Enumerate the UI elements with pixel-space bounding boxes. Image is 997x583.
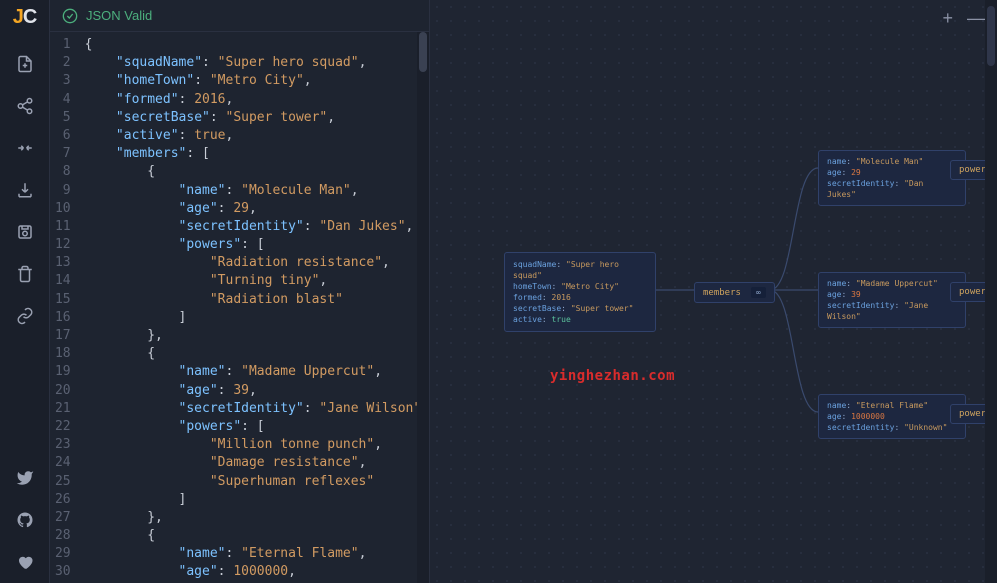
graph-toolbar: + — (942, 8, 985, 29)
add-button[interactable]: + (942, 8, 953, 29)
link-icon[interactable] (8, 299, 42, 333)
sidebar: JC (0, 0, 50, 583)
gutter: 1234567891011121314151617181920212223242… (50, 32, 79, 583)
heart-icon[interactable] (8, 545, 42, 579)
graph-node-member-2[interactable]: name: "Madame Uppercut"age: 39secretIden… (818, 272, 966, 328)
graph-node-member-3[interactable]: name: "Eternal Flame"age: 1000000secretI… (818, 394, 966, 439)
collapse-icon[interactable] (8, 131, 42, 165)
logo-c: C (23, 6, 36, 29)
delete-icon[interactable] (8, 257, 42, 291)
share-icon[interactable] (8, 89, 42, 123)
graph-pane[interactable]: + — squadName: "Super hero squad"homeTow… (430, 0, 997, 583)
download-icon[interactable] (8, 173, 42, 207)
save-icon[interactable] (8, 215, 42, 249)
code-editor[interactable]: 1234567891011121314151617181920212223242… (50, 32, 429, 583)
members-count: ∞ (751, 287, 766, 298)
status-label: JSON Valid (86, 8, 152, 23)
logo: JC (13, 6, 37, 29)
github-icon[interactable] (8, 503, 42, 537)
editor-pane: JSON Valid 12345678910111213141516171819… (50, 0, 430, 583)
graph-node-root[interactable]: squadName: "Super hero squad"homeTown: "… (504, 252, 656, 332)
graph-node-member-1[interactable]: name: "Molecule Man"age: 29secretIdentit… (818, 150, 966, 206)
logo-j: J (13, 6, 23, 29)
graph-node-members[interactable]: members ∞ (694, 282, 775, 303)
watermark: yinghezhan.com (550, 368, 675, 384)
code-lines[interactable]: { "squadName": "Super hero squad", "home… (79, 32, 429, 583)
editor-scrollbar-thumb[interactable] (419, 32, 427, 72)
graph-scrollbar[interactable] (985, 0, 997, 583)
status-bar: JSON Valid (50, 0, 429, 32)
new-file-icon[interactable] (8, 47, 42, 81)
check-circle-icon (62, 8, 78, 24)
remove-button[interactable]: — (967, 8, 985, 29)
graph-scrollbar-thumb[interactable] (987, 6, 995, 66)
members-label: members (703, 288, 741, 298)
editor-scrollbar[interactable] (417, 32, 429, 583)
twitter-icon[interactable] (8, 461, 42, 495)
